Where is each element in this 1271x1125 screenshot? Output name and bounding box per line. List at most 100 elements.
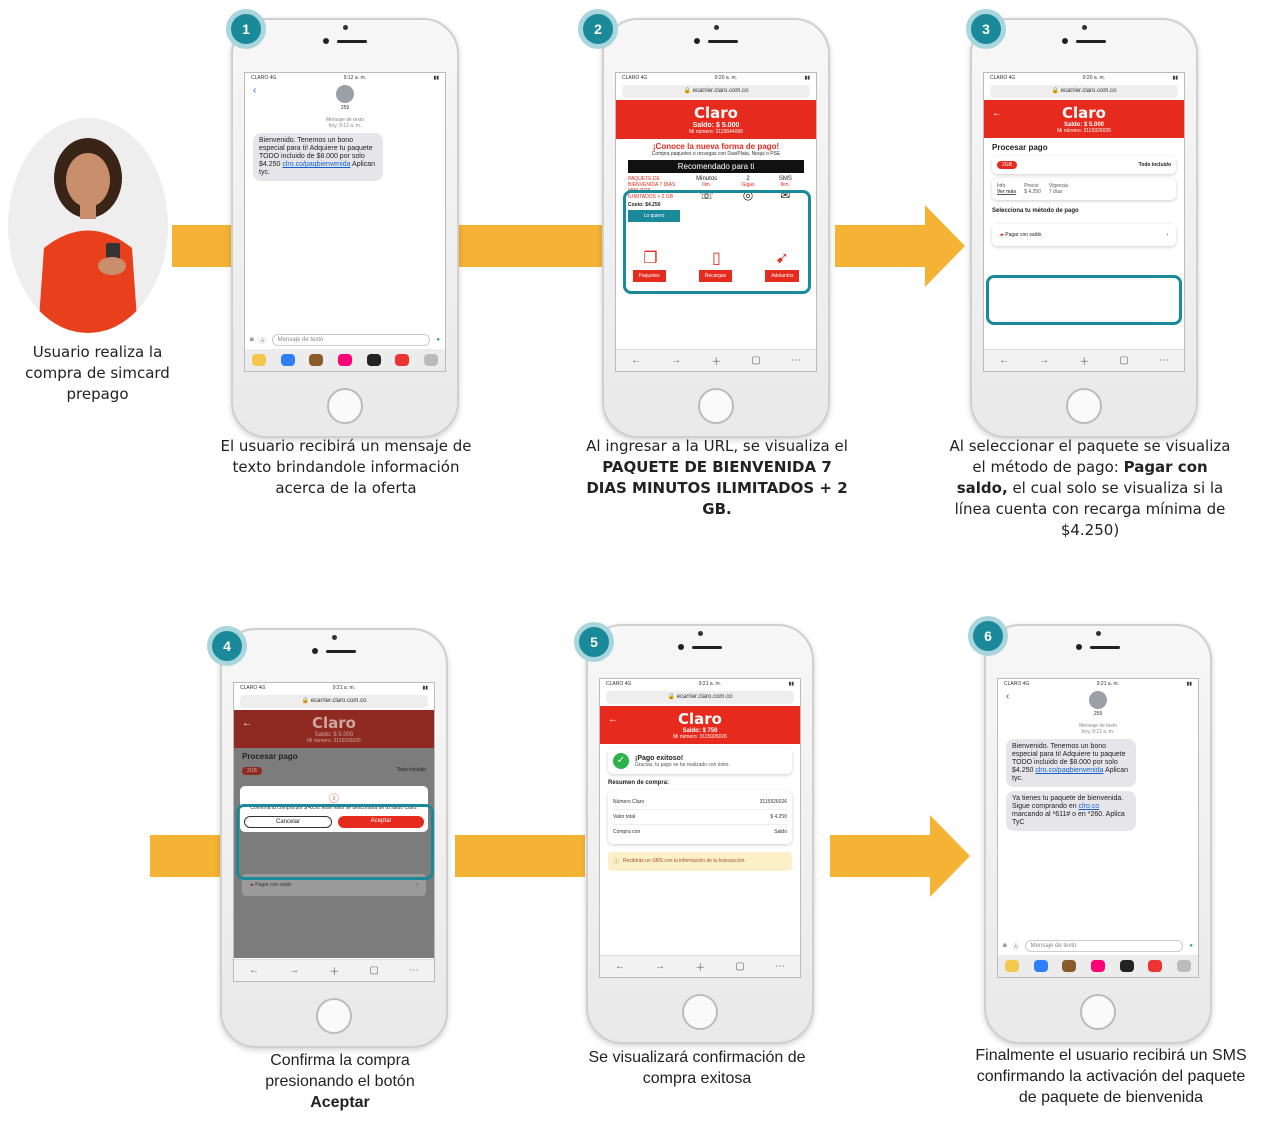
claro-logo: Claro: [678, 710, 722, 728]
alert-icon: ⓘ: [329, 794, 339, 805]
info-icon: ⓘ: [614, 859, 620, 865]
sms-screen-1: CLARO 4G 9:12 a. m. ▮▮ ‹ 259 Mensaje de te…: [244, 72, 446, 372]
more-icon[interactable]: ⋯: [791, 355, 801, 366]
back-arrow-icon[interactable]: ←: [631, 355, 641, 366]
pagar-con-saldo-option[interactable]: ▰ Pagar con saldo ›: [992, 224, 1176, 246]
tabs-icon[interactable]: ▢: [369, 965, 378, 976]
plus-icon[interactable]: ＋: [695, 959, 705, 974]
plus-icon[interactable]: ＋: [711, 353, 721, 368]
sms-bubble-1: Bienvenido. Tenemos un bono especial par…: [1006, 739, 1136, 787]
forward-arrow-icon[interactable]: →: [289, 965, 299, 976]
camera-icon[interactable]: ◙: [250, 337, 254, 343]
browser-toolbar: ← → ＋ ▢ ⋯: [600, 955, 800, 977]
check-icon: ✓: [613, 753, 629, 769]
app-strip: [245, 349, 445, 371]
url-bar[interactable]: 🔒 ecarrier.claro.com.co: [622, 85, 810, 98]
forward-arrow-icon[interactable]: →: [655, 961, 665, 972]
app-strip: [998, 955, 1198, 977]
browser-toolbar: ← → ＋ ▢ ⋯: [234, 959, 434, 981]
tabs-icon[interactable]: ▢: [1119, 355, 1128, 366]
caption-step-1: El usuario recibirá un mensaje de texto …: [220, 437, 472, 497]
back-arrow-icon[interactable]: ←: [615, 961, 625, 972]
caption-step-3: Al seleccionar el paquete se visualiza e…: [949, 437, 1231, 539]
promo-title: ¡Conoce la nueva forma de pago!: [652, 142, 780, 151]
user-caption: Usuario realiza la compra de simcard pre…: [25, 343, 170, 403]
wallet-icon: ▰: [1000, 232, 1004, 238]
claro-logo: Claro: [312, 714, 356, 732]
arrow-1: [172, 225, 234, 267]
contact-avatar: [336, 85, 354, 103]
step-badge-4: 4: [207, 626, 247, 666]
sms-notice: ⓘ Recibirás un SMS con la información de …: [608, 852, 792, 871]
caption-step-2: Al ingresar a la URL, se visualiza el PAQ…: [586, 437, 848, 518]
home-button[interactable]: [327, 388, 363, 424]
web-screen-5: CLARO 4G 9:21 a. m. ▮▮ 🔒 ecarrier.claro.co…: [599, 678, 801, 978]
home-button[interactable]: [1066, 388, 1102, 424]
caption-step-6: Finalmente el usuario recibirá un SMS co…: [975, 1047, 1247, 1106]
home-button[interactable]: [316, 998, 352, 1034]
arrow-3: [835, 205, 965, 287]
arrow-5: [455, 835, 585, 877]
plus-icon[interactable]: ＋: [329, 963, 339, 978]
send-icon[interactable]: ●: [1189, 943, 1193, 949]
back-icon[interactable]: ‹: [253, 85, 256, 96]
back-icon[interactable]: ‹: [1006, 691, 1009, 702]
send-icon[interactable]: ●: [436, 337, 440, 343]
back-arrow-icon[interactable]: ←: [992, 108, 1002, 119]
browser-toolbar: ← → ＋ ▢ ⋯: [984, 349, 1184, 371]
phone-step-3: CLARO 4G 9:20 a. m. ▮▮ 🔒 ecarrier.claro.co…: [970, 18, 1198, 438]
more-icon[interactable]: ⋯: [1159, 355, 1169, 366]
phone-step-1: CLARO 4G 9:12 a. m. ▮▮ ‹ 259 Mensaje de te…: [231, 18, 459, 438]
selecciona-metodo: Selecciona tu método de pago: [992, 208, 1079, 214]
caption-step-5: Se visualizará confirmación de compra ex…: [588, 1049, 806, 1087]
message-input[interactable]: Mensaje de texto: [271, 334, 431, 346]
phone-step-6: CLARO 4G 9:21 a. m. ▮▮ ‹ 259 Mensaje de te…: [984, 624, 1212, 1044]
message-input[interactable]: Mensaje de texto: [1024, 940, 1184, 952]
highlight-pagar-con-saldo: [986, 275, 1182, 325]
saldo: Saldo: $ 5.000: [692, 122, 740, 129]
url-bar[interactable]: 🔒 ecarrier.claro.com.co: [606, 691, 794, 704]
home-button[interactable]: [682, 994, 718, 1030]
procesar-pago-title: Procesar pago: [992, 143, 1048, 152]
ver-mas-link[interactable]: Ver más: [997, 189, 1016, 195]
step-badge-2: 2: [578, 9, 618, 49]
chevron-right-icon: ›: [1166, 232, 1168, 238]
sms-link-2[interactable]: clro.co: [1079, 803, 1100, 810]
more-icon[interactable]: ⋯: [775, 961, 785, 972]
appstore-icon[interactable]: Ⓐ: [1013, 942, 1019, 951]
back-arrow-icon[interactable]: ←: [242, 718, 252, 729]
sms-link[interactable]: clro.co/paqbienvenida: [282, 161, 350, 168]
appstore-icon[interactable]: Ⓐ: [260, 336, 266, 345]
step-badge-3: 3: [966, 9, 1006, 49]
back-arrow-icon[interactable]: ←: [249, 965, 259, 976]
back-arrow-icon[interactable]: ←: [608, 714, 618, 725]
pago-exitoso-title: ¡Pago exitoso!: [635, 754, 684, 762]
home-button[interactable]: [698, 388, 734, 424]
forward-arrow-icon[interactable]: →: [1039, 355, 1049, 366]
contact-name: 259: [340, 105, 350, 111]
camera-icon[interactable]: ◙: [1003, 943, 1007, 949]
claro-logo: Claro: [694, 104, 738, 122]
resumen-title: Resumen de compra:: [608, 780, 670, 786]
more-icon[interactable]: ⋯: [409, 965, 419, 976]
phone-step-5: CLARO 4G 9:21 a. m. ▮▮ 🔒 ecarrier.claro.co…: [586, 624, 814, 1044]
sms-link[interactable]: clro.co/paqbienvenida: [1035, 767, 1103, 774]
tabs-icon[interactable]: ▢: [751, 355, 760, 366]
phone-step-2: CLARO 4G 9:20 a. m. ▮▮ 🔒 ecarrier.claro.co…: [602, 18, 830, 438]
back-arrow-icon[interactable]: ←: [999, 355, 1009, 366]
home-button[interactable]: [1080, 994, 1116, 1030]
phone-step-4: CLARO 4G 9:21 a. m. ▮▮ 🔒 ecarrier.claro.co…: [220, 628, 448, 1048]
sms-screen-6: CLARO 4G 9:21 a. m. ▮▮ ‹ 259 Mensaje de te…: [997, 678, 1199, 978]
contact-avatar: [1089, 691, 1107, 709]
sms-bubble-1: Bienvenido. Tenemos un bono especial par…: [253, 133, 383, 181]
url-bar[interactable]: 🔒 ecarrier.claro.com.co: [240, 695, 428, 708]
browser-toolbar: ← → ＋ ▢ ⋯: [616, 349, 816, 371]
forward-arrow-icon[interactable]: →: [671, 355, 681, 366]
url-bar[interactable]: 🔒 ecarrier.claro.com.co: [990, 85, 1178, 98]
user-avatar: [8, 118, 168, 333]
plus-icon[interactable]: ＋: [1079, 353, 1089, 368]
recomendado-header: Recomendado para ti: [628, 160, 804, 173]
tabs-icon[interactable]: ▢: [735, 961, 744, 972]
arrow-2: [459, 225, 607, 267]
web-screen-3: CLARO 4G 9:20 a. m. ▮▮ 🔒 ecarrier.claro.co…: [983, 72, 1185, 372]
